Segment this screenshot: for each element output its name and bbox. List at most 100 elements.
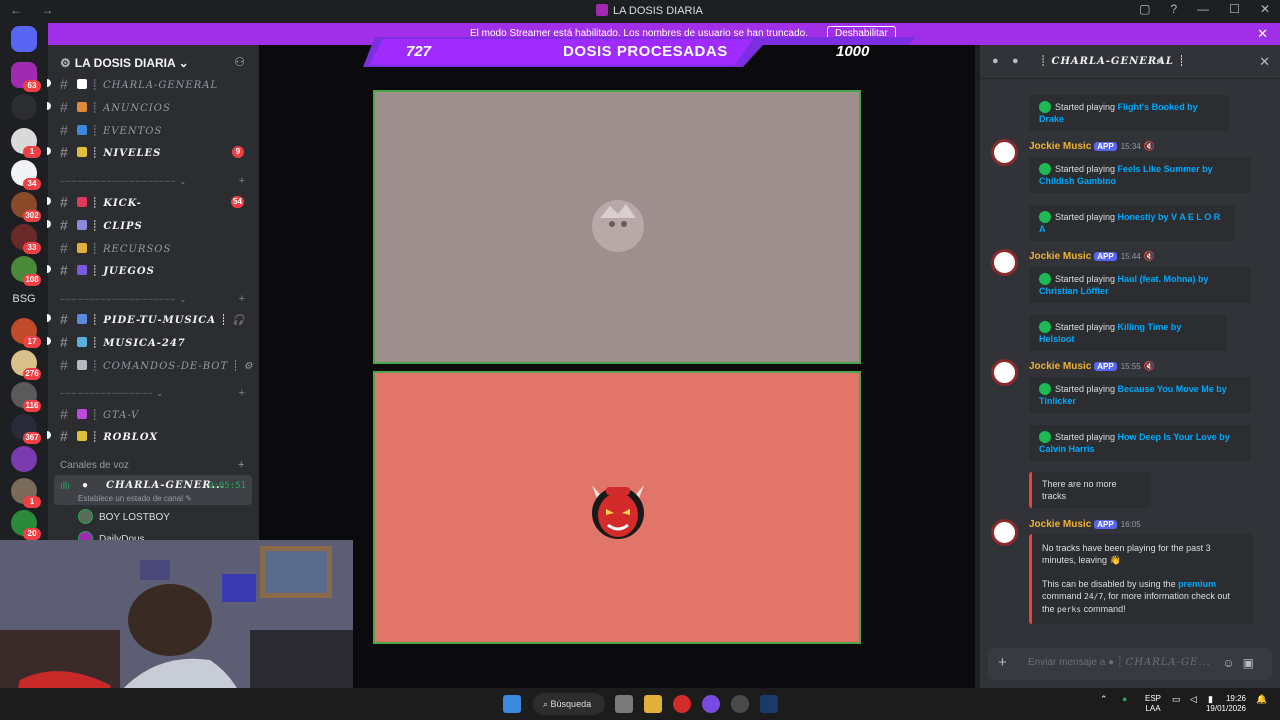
gear-icon: ⚙ [60,56,71,70]
add-member-icon[interactable]: ⚇ [234,55,245,69]
video-tile-top[interactable] [373,90,861,364]
add-channel-icon[interactable]: + [239,387,246,399]
help-icon[interactable]: ? [1170,2,1177,16]
obs-icon[interactable] [731,695,749,713]
channel-juegos[interactable]: # ┊ JUEGOS [60,261,256,279]
message-author[interactable]: Jockie Music [1029,251,1091,262]
voice-channels-header[interactable]: Canales de voz + [60,459,244,471]
bot-avatar[interactable] [991,139,1018,166]
bot-avatar[interactable] [991,359,1018,386]
channel-clips[interactable]: # ┊ CLIPS [60,216,256,234]
add-channel-icon[interactable]: + [239,293,246,305]
premium-link[interactable]: premium [1178,579,1216,589]
close-chat-icon[interactable]: ✕ [1259,54,1270,70]
server-icon[interactable] [11,94,37,120]
category-divider: ┈┈┈┈┈┈┈┈┈┈┈┈┈┈┈┈┈┈┈┈ ⌄ + [60,175,246,187]
server-icon[interactable] [11,446,37,472]
chat-panel: ● ● ┊ CHARLA-GENERAL ┊ ● ✕ Started playi… [980,45,1280,688]
robot-icon [76,360,87,370]
back-forward-arrows-icon[interactable]: ← → [10,3,61,17]
close-window-button[interactable]: ✕ [1260,2,1270,16]
channel-pide-tu-musica[interactable]: # ┊ PIDE-TU-MUSICA ┊ 🎧 [60,310,256,328]
clock[interactable]: 19:26 19/01/2026 [1206,694,1246,714]
music-embed: Started playing Feels Like Summer by Chi… [1029,157,1251,193]
demon-logo-icon [592,485,644,539]
server-icon[interactable]: 33 [11,224,41,254]
network-icon[interactable]: ▭ [1172,694,1181,705]
steam-icon[interactable] [760,695,778,713]
close-icon[interactable]: ✕ [1257,26,1268,42]
folder-icon [76,243,87,253]
channel-recursos[interactable]: # ┊ RECURSOS [60,239,256,257]
channel-anuncios[interactable]: # ┊ ANUNCIOS [60,98,256,116]
minimize-button[interactable]: — [1197,2,1209,16]
server-icon-bsg[interactable]: BSG [11,286,37,312]
hash-icon: # [60,357,69,373]
server-icon[interactable]: 34 [11,160,41,190]
channel-eventos[interactable]: # ┊ EVENTOS [60,121,256,139]
message-author[interactable]: Jockie Music [1029,519,1091,530]
channel-kick[interactable]: # ┊ KICK- 54 [60,193,256,211]
voice-timer: 9:05:51 [208,481,246,491]
channel-charla-general[interactable]: # ┊ CHARLA-GENERAL [60,75,256,93]
server-icon[interactable]: 367 [11,414,41,444]
server-icon[interactable]: 276 [11,350,41,380]
server-icon[interactable]: 20 [11,510,41,540]
voice-user[interactable]: BOY LOSTBOY [78,509,170,527]
bot-avatar[interactable] [991,249,1018,276]
tray-expand-icon[interactable]: ⌃ [1100,694,1108,705]
attach-plus-icon[interactable]: + [998,654,1007,671]
server-icon[interactable]: 1 [11,478,41,508]
server-icon[interactable]: 302 [11,192,41,222]
window-title: LA DOSIS DIARIA [596,4,703,17]
spotify-icon [1039,383,1051,395]
hash-icon: # [60,334,69,350]
server-icon[interactable]: 63 [11,62,41,92]
discord-home-icon[interactable] [11,26,37,52]
hash-icon: # [60,76,69,92]
search-icon: ⌕ [543,699,551,709]
server-icon[interactable]: 1 [11,128,41,158]
bot-avatar[interactable] [991,519,1018,546]
add-channel-icon[interactable]: + [239,175,246,187]
hash-icon: # [60,428,69,444]
image-icon[interactable]: ▣ [1243,656,1262,670]
app-badge: APP [1094,362,1117,371]
server-icon[interactable]: 108 [11,256,41,286]
language-indicator[interactable]: ESP LAA [1145,694,1161,714]
discord-taskbar-icon[interactable] [702,695,720,713]
threads-icon[interactable]: ● [992,55,999,67]
message-timestamp: 16:05 [1120,520,1141,529]
emoji-icon[interactable]: ☺ [1222,656,1242,670]
voice-channel-active[interactable]: ıllı ● CHARLA-GENER... 9:05:51 Establece… [54,475,252,505]
channel-niveles[interactable]: # ┊ NIVELES 9 [60,143,256,161]
windows-taskbar: ⌕ Búsqueda ⌃ ● ESP LAA ▭ ◁ ▮ 19:26 19/01/2… [0,688,1280,720]
message-input[interactable]: + Enviar mensaje a ● ┊ CHARLA-GE... ☺▣ [988,648,1272,680]
opera-gx-icon[interactable] [673,695,691,713]
volume-icon[interactable]: ◁ [1190,694,1197,705]
maximize-button[interactable]: ☐ [1229,2,1240,16]
windows-start-icon[interactable] [503,695,521,713]
task-view-icon[interactable] [615,695,633,713]
microphone-icon[interactable]: ● [1122,694,1127,704]
channel-comandos-de-bot[interactable]: # ┊ COMANDOS-DE-BOT ┊ ⚙ [60,356,256,374]
mute-icon: 🔇 [1143,361,1155,371]
notification-bell-icon[interactable]: 🔔 [1256,694,1267,705]
video-tile-bottom[interactable] [373,371,861,644]
channel-roblox[interactable]: # ┊ ROBLOX [60,427,256,445]
channel-gta-v[interactable]: # ┊ GTA-V [60,405,256,423]
taskbar-search[interactable]: ⌕ Búsqueda [533,693,605,715]
channel-musica-247[interactable]: # ┊ MUSICA-247 [60,333,256,351]
hash-icon: # [60,99,69,115]
file-explorer-icon[interactable] [644,695,662,713]
server-icon[interactable]: 116 [11,382,41,412]
inbox-icon[interactable]: ▢ [1139,2,1150,16]
message-author[interactable]: Jockie Music [1029,361,1091,372]
message-author[interactable]: Jockie Music [1029,141,1091,152]
voice-status[interactable]: Establece un estado de canal ✎ [78,494,192,503]
server-name-header[interactable]: ⚙ LA DOSIS DIARIA ⌄ [60,56,189,70]
server-icon[interactable]: 17 [11,318,41,348]
trophy-icon [76,147,87,157]
add-channel-icon[interactable]: + [238,459,244,471]
spotify-icon [1039,321,1051,333]
